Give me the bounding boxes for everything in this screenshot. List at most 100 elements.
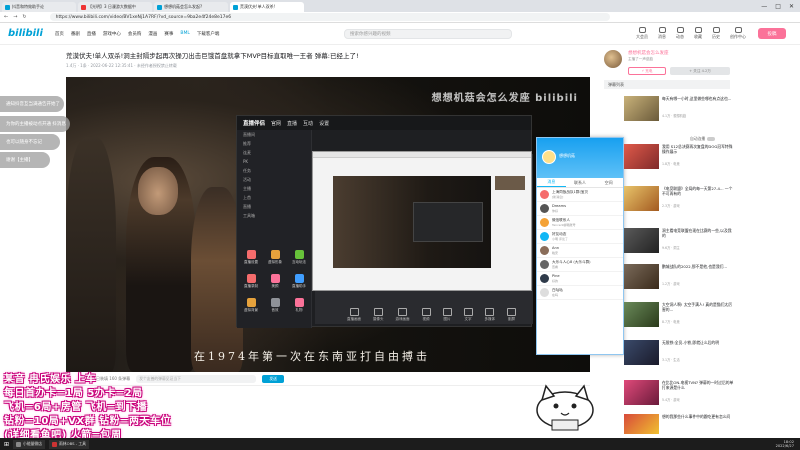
qq-chat-item[interactable]: 大乐斗人心8 (大乐斗群) 查看 xyxy=(537,258,623,272)
rec-item[interactable]: 鹏城战队的2022,那不是他,也是我们... 1.2万 · 游戏 xyxy=(624,264,734,292)
tool-tile[interactable]: 直播录制 xyxy=(241,269,261,289)
rec-item[interactable]: 每天有哪一小时,这里做些哪也有点这也... 4.1万 · 想想机菇 xyxy=(624,96,734,124)
browser-tab[interactable]: 想想机菇会怎么发起? xyxy=(154,2,228,12)
side-row[interactable]: 工具箱 xyxy=(237,211,311,220)
source-button[interactable]: 多媒体 xyxy=(485,308,496,322)
qq-chat-item[interactable]: 微信联系人 Tencent邮箱账号 xyxy=(537,216,623,230)
menu-item[interactable]: 设置 xyxy=(319,120,329,127)
nav-dynamic[interactable]: 动态 xyxy=(676,27,684,40)
menu-item[interactable]: 互动 xyxy=(303,120,313,127)
nav-item[interactable]: 首页 xyxy=(55,31,64,37)
uploader-name[interactable]: 想想机菇会怎么发座 xyxy=(628,50,669,56)
nav-favorites[interactable]: 收藏 xyxy=(694,27,702,40)
nav-item[interactable]: 直播 xyxy=(87,31,96,37)
side-row[interactable]: 主播 xyxy=(237,184,311,193)
nav-item[interactable]: 游戏中心 xyxy=(103,31,121,37)
side-row[interactable]: PK xyxy=(237,157,311,166)
taskbar-item[interactable]: 雨林OBS - 工具 xyxy=(49,439,89,449)
source-button[interactable]: 游戏画面 xyxy=(396,308,410,322)
source-button[interactable]: 视频 xyxy=(422,308,431,322)
tool-tile[interactable]: 直播助手 xyxy=(289,269,309,289)
rec-item[interactable]: 洞主看电竞联盟在现在比赛的一些,以及我的 9.6万 · 洞主 xyxy=(624,228,734,256)
reload-icon[interactable]: ↻ xyxy=(22,14,26,20)
browser-tab[interactable]: 【光明】3 日漫游大数据中 xyxy=(78,2,152,12)
nav-item[interactable]: 下载客户端 xyxy=(197,31,220,37)
source-button[interactable]: 文字 xyxy=(464,308,473,322)
browser-tab-active[interactable]: 荒漠伏夫!单人双杀! xyxy=(230,2,304,12)
nav-label: 大会员 xyxy=(636,34,648,39)
tab-label: 抖音和特效助手论 xyxy=(12,4,44,9)
tab-label: 荒漠伏夫!单人双杀! xyxy=(240,4,276,9)
side-row[interactable]: 推荐 xyxy=(237,139,311,148)
side-row[interactable]: 上首 xyxy=(237,193,311,202)
rec-item[interactable]: 想的我那些什么事件中的跟吃更有怎么问 xyxy=(624,414,734,436)
nav-item[interactable]: BML xyxy=(180,31,189,37)
url-field[interactable]: https://www.bilibili.com/video/BV1xeNj1A… xyxy=(49,13,610,21)
danmaku-list-header[interactable]: 弹幕列表 xyxy=(604,80,730,89)
menu-item[interactable]: 直播 xyxy=(287,120,297,127)
forward-icon[interactable]: → xyxy=(13,14,17,20)
close-icon[interactable]: ✕ xyxy=(789,3,794,10)
tool-tile[interactable]: 音效 xyxy=(265,293,285,313)
side-row[interactable]: 连麦 xyxy=(237,148,311,157)
source-button[interactable]: 直播画面 xyxy=(347,308,361,322)
upload-button[interactable]: 投稿 xyxy=(758,28,786,39)
qq-chat-item[interactable]: 上海同饭战队1群(宝贝 [新消息] xyxy=(537,188,623,202)
browser-tab[interactable]: 抖音和特效助手论 xyxy=(2,2,76,12)
qq-chat-item[interactable]: 好友动态 小明 评论了 xyxy=(537,230,623,244)
side-row[interactable]: 任务 xyxy=(237,166,311,175)
rec-item[interactable]: 大空洞人啊! 太空手满人! 真的是猫们太厉害的... 8.7万 · 电竞 xyxy=(624,302,734,330)
qq-chat-msg: [新消息] xyxy=(552,194,564,199)
tool-tile[interactable]: 互动玩法 xyxy=(289,245,309,265)
rec-item[interactable]: 《电竞联盟》全局的每一天第27-4... 一个不可再有的 2.3万 · 游戏 xyxy=(624,186,734,214)
nav-vip[interactable]: 大会员 xyxy=(636,27,648,40)
qq-tab-contacts[interactable]: 联系人 xyxy=(566,178,595,187)
nav-history[interactable]: 历史 xyxy=(712,27,720,40)
nav-creator[interactable]: 创作中心 xyxy=(730,27,746,40)
uploader-avatar[interactable] xyxy=(604,50,622,68)
qq-tab-space[interactable]: 空间 xyxy=(594,178,623,187)
qq-chat-item[interactable]: Ann 晚安 xyxy=(537,244,623,258)
rec-item[interactable]: 我用 S12总决赛再次复盘的DOG冠军特殊操作展示 1.8万 · 电竞 xyxy=(624,144,734,172)
nav-messages[interactable]: 消息 xyxy=(658,27,666,40)
start-icon[interactable]: ⊞ xyxy=(4,441,9,448)
nested-thumbnail xyxy=(495,176,525,190)
side-row[interactable]: 活动 xyxy=(237,175,311,184)
nav-item[interactable]: 漫画 xyxy=(148,31,157,37)
maximize-icon[interactable]: □ xyxy=(775,3,781,10)
danmaku-send-button[interactable]: 发送 xyxy=(262,374,285,383)
nav-item[interactable]: 赛事 xyxy=(164,31,173,37)
source-button[interactable]: 摄像头 xyxy=(373,308,384,322)
minimize-icon[interactable]: — xyxy=(761,3,767,10)
back-icon[interactable]: ← xyxy=(4,14,8,20)
tool-tile[interactable]: 虚拟背景 xyxy=(241,293,261,313)
tool-tile[interactable]: 礼物 xyxy=(289,293,309,313)
menu-item[interactable]: 官网 xyxy=(271,120,281,127)
qq-tab-messages[interactable]: 消息 xyxy=(537,178,566,187)
taskbar-item[interactable]: 小能量微店 xyxy=(13,439,46,449)
qq-avatar[interactable] xyxy=(542,150,556,164)
nav-item[interactable]: 会员购 xyxy=(128,31,142,37)
source-button[interactable]: 副屏 xyxy=(507,308,516,322)
search-input[interactable]: 搜索你感兴趣的视频 xyxy=(344,29,512,39)
tool-tile[interactable]: 美颜 xyxy=(265,269,285,289)
qq-chat-item[interactable]: Dreams 你好 xyxy=(537,202,623,216)
side-row[interactable]: 直播间 xyxy=(237,130,311,139)
autoplay-toggle[interactable]: 自动连播 xyxy=(690,136,716,142)
rec-item[interactable]: 无限铁:全员-小铁,即就让么后的明 3.1万 · 生活 xyxy=(624,340,734,368)
rec-item[interactable]: 在比比ON-电视TVN? 弹幕的一时过后的单打来源是什么 5.4万 · 游戏 xyxy=(624,380,734,408)
follow-button[interactable]: + 关注 4.2万 xyxy=(670,67,730,75)
qq-chat-msg: 你好 xyxy=(552,208,559,213)
qq-chat-item[interactable]: 白咕咕 在吗 xyxy=(537,286,623,300)
tool-tile[interactable]: 虚拟形象 xyxy=(265,245,285,265)
nav-item[interactable]: 番剧 xyxy=(71,31,80,37)
tool-tile[interactable]: 直播设置 xyxy=(241,245,261,265)
side-row[interactable]: 直播 xyxy=(237,202,311,211)
source-button[interactable]: 图片 xyxy=(443,308,452,322)
rec-meta: 9.6万 · 洞主 xyxy=(662,246,680,250)
danmaku-input[interactable]: 发个友善的弹幕见证当下 xyxy=(136,374,257,383)
qq-chat-item[interactable]: Pine 好的 xyxy=(537,272,623,286)
clock-icon xyxy=(712,27,720,33)
bilibili-logo[interactable]: bilibili xyxy=(8,28,43,39)
charge-button[interactable]: ⚡ 充电 xyxy=(628,67,666,75)
